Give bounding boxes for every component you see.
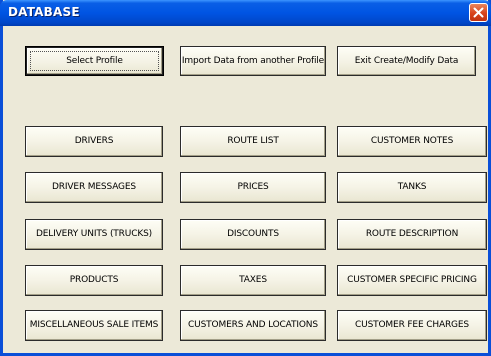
delivery-units-label: DELIVERY UNITS (TRUCKS) <box>35 229 153 239</box>
exit-create-modify-button[interactable]: Exit Create/Modify Data <box>337 46 476 76</box>
route-description-label: ROUTE DESCRIPTION <box>365 229 459 239</box>
import-data-label: Import Data from another Profile <box>181 56 325 66</box>
taxes-label: TAXES <box>239 275 267 285</box>
customer-specific-pricing-button[interactable]: CUSTOMER SPECIFIC PRICING <box>337 265 487 296</box>
title-bar[interactable]: DATABASE <box>0 0 491 26</box>
exit-create-modify-label: Exit Create/Modify Data <box>354 56 459 66</box>
window-title: DATABASE <box>8 5 80 19</box>
drivers-label: DRIVERS <box>74 136 114 146</box>
customer-fee-charges-button[interactable]: CUSTOMER FEE CHARGES <box>337 310 487 341</box>
delivery-units-button[interactable]: DELIVERY UNITS (TRUCKS) <box>25 219 163 250</box>
miscellaneous-sale-items-label: MISCELLANEOUS SALE ITEMS <box>29 320 159 330</box>
customer-specific-pricing-label: CUSTOMER SPECIFIC PRICING <box>347 275 477 285</box>
close-icon <box>473 7 484 18</box>
customers-and-locations-button[interactable]: CUSTOMERS AND LOCATIONS <box>180 310 326 341</box>
products-button[interactable]: PRODUCTS <box>25 265 163 296</box>
prices-button[interactable]: PRICES <box>180 172 326 203</box>
driver-messages-label: DRIVER MESSAGES <box>52 182 136 192</box>
taxes-button[interactable]: TAXES <box>180 265 326 296</box>
database-window: DATABASE Select Profile Import Data from… <box>0 0 491 356</box>
customer-notes-button[interactable]: CUSTOMER NOTES <box>337 126 487 157</box>
select-profile-button[interactable]: Select Profile <box>25 46 164 76</box>
prices-label: PRICES <box>237 182 269 192</box>
driver-messages-button[interactable]: DRIVER MESSAGES <box>25 172 163 203</box>
select-profile-label: Select Profile <box>66 56 123 66</box>
products-label: PRODUCTS <box>69 275 119 285</box>
customer-notes-label: CUSTOMER NOTES <box>370 136 454 146</box>
focus-ring <box>30 51 159 71</box>
discounts-button[interactable]: DISCOUNTS <box>180 219 326 250</box>
import-data-button[interactable]: Import Data from another Profile <box>180 46 326 76</box>
customer-fee-charges-label: CUSTOMER FEE CHARGES <box>355 320 469 330</box>
drivers-button[interactable]: DRIVERS <box>25 126 163 157</box>
route-list-label: ROUTE LIST <box>227 136 279 146</box>
discounts-label: DISCOUNTS <box>227 229 279 239</box>
customers-and-locations-label: CUSTOMERS AND LOCATIONS <box>188 320 318 330</box>
miscellaneous-sale-items-button[interactable]: MISCELLANEOUS SALE ITEMS <box>25 310 163 341</box>
close-button[interactable] <box>469 3 488 22</box>
tanks-button[interactable]: TANKS <box>337 172 487 203</box>
route-list-button[interactable]: ROUTE LIST <box>180 126 326 157</box>
tanks-label: TANKS <box>397 182 427 192</box>
route-description-button[interactable]: ROUTE DESCRIPTION <box>337 219 487 250</box>
